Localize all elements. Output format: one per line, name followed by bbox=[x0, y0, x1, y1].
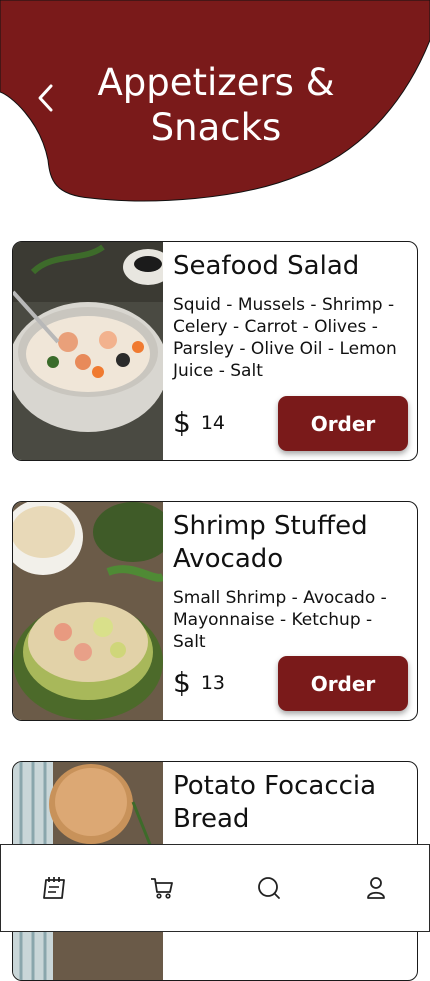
chevron-left-icon bbox=[38, 84, 53, 112]
page-title-line1: Appetizers & bbox=[97, 61, 335, 104]
menu-item-price: 14 bbox=[200, 412, 226, 434]
order-button[interactable]: Order bbox=[278, 396, 408, 451]
dollar-icon: $ bbox=[173, 666, 191, 699]
cart-icon bbox=[150, 878, 173, 899]
shrimp-avocado-image bbox=[13, 502, 163, 720]
menu-item-description: Small Shrimp - Avocado - Mayonnaise - Ke… bbox=[173, 588, 387, 652]
menu-item-card: Shrimp Stuffed Avocado Small Shrimp - Av… bbox=[12, 501, 418, 721]
menu-icon bbox=[42, 877, 65, 899]
tab-menu[interactable] bbox=[27, 860, 83, 916]
back-button[interactable] bbox=[30, 78, 64, 118]
tab-cart[interactable] bbox=[134, 860, 190, 916]
page-title: Appetizers & Snacks bbox=[60, 60, 372, 150]
menu-item-title: Seafood Salad bbox=[173, 251, 360, 281]
tab-search[interactable] bbox=[241, 860, 297, 916]
dollar-icon: $ bbox=[173, 406, 191, 439]
menu-item-title: Potato Focaccia Bread bbox=[173, 771, 377, 834]
page-title-line2: Snacks bbox=[150, 106, 282, 149]
menu-item-title: Shrimp Stuffed Avocado bbox=[173, 511, 368, 574]
menu-item-price: 13 bbox=[200, 672, 226, 694]
profile-icon bbox=[366, 877, 385, 899]
menu-item-description: Squid - Mussels - Shrimp - Celery - Carr… bbox=[173, 295, 397, 381]
order-button[interactable]: Order bbox=[278, 656, 408, 711]
search-icon bbox=[257, 877, 280, 899]
seafood-salad-image bbox=[13, 242, 163, 460]
menu-item-card: Seafood Salad Squid - Mussels - Shrimp -… bbox=[12, 241, 418, 461]
tab-profile[interactable] bbox=[348, 860, 404, 916]
price-row: $ 13 bbox=[173, 668, 225, 698]
bottom-tab-bar bbox=[0, 844, 430, 932]
price-row: $ 14 bbox=[173, 408, 225, 438]
